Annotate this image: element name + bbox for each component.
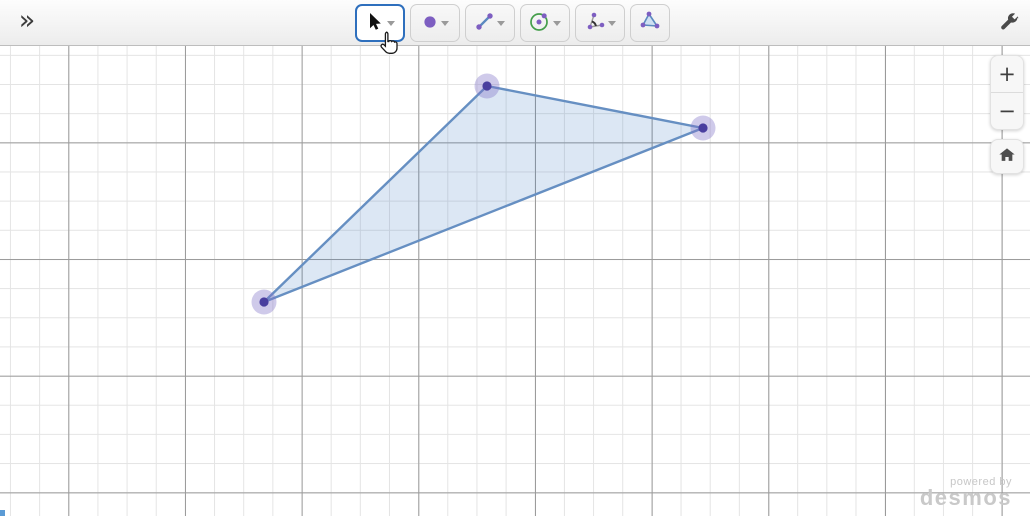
expand-panel-button[interactable]: » [10, 2, 44, 40]
select-tool-button[interactable] [355, 4, 405, 42]
circle-tool-button[interactable] [520, 4, 570, 42]
point-tool-button[interactable] [410, 4, 460, 42]
chevron-down-icon [440, 20, 449, 26]
wrench-icon [998, 12, 1020, 36]
circle-icon [529, 11, 550, 35]
vertex-point[interactable] [482, 81, 492, 91]
segment-tool-button[interactable] [465, 4, 515, 42]
point-icon [422, 14, 438, 33]
vertex-point[interactable] [698, 123, 708, 133]
geometry-canvas[interactable] [0, 0, 1030, 516]
triangle-shape[interactable] [262, 84, 705, 304]
home-button[interactable] [990, 139, 1024, 174]
vertex-point[interactable] [259, 297, 269, 307]
chevron-down-icon [607, 20, 616, 26]
chevron-down-icon [387, 20, 395, 26]
angle-icon [585, 12, 605, 35]
corner-artifact [0, 510, 5, 516]
cursor-arrow-icon [365, 12, 384, 34]
zoom-controls: + − [990, 55, 1024, 174]
segment-icon [475, 12, 494, 34]
polygon-icon [639, 11, 661, 36]
construction-layer [251, 73, 716, 315]
angle-tool-button[interactable] [575, 4, 625, 42]
chevron-down-icon [553, 20, 561, 26]
desmos-geometry-app: » + − powered by desmos [0, 0, 1030, 516]
settings-wrench-button[interactable] [996, 10, 1022, 36]
zoom-pill: + − [990, 55, 1024, 130]
polygon-tool-button[interactable] [630, 4, 670, 42]
zoom-out-button[interactable]: − [991, 93, 1023, 129]
top-toolbar: » [0, 0, 1030, 46]
zoom-in-button[interactable]: + [991, 56, 1023, 92]
chevron-down-icon [497, 20, 505, 26]
tool-palette [355, 4, 670, 42]
home-icon [997, 145, 1017, 168]
